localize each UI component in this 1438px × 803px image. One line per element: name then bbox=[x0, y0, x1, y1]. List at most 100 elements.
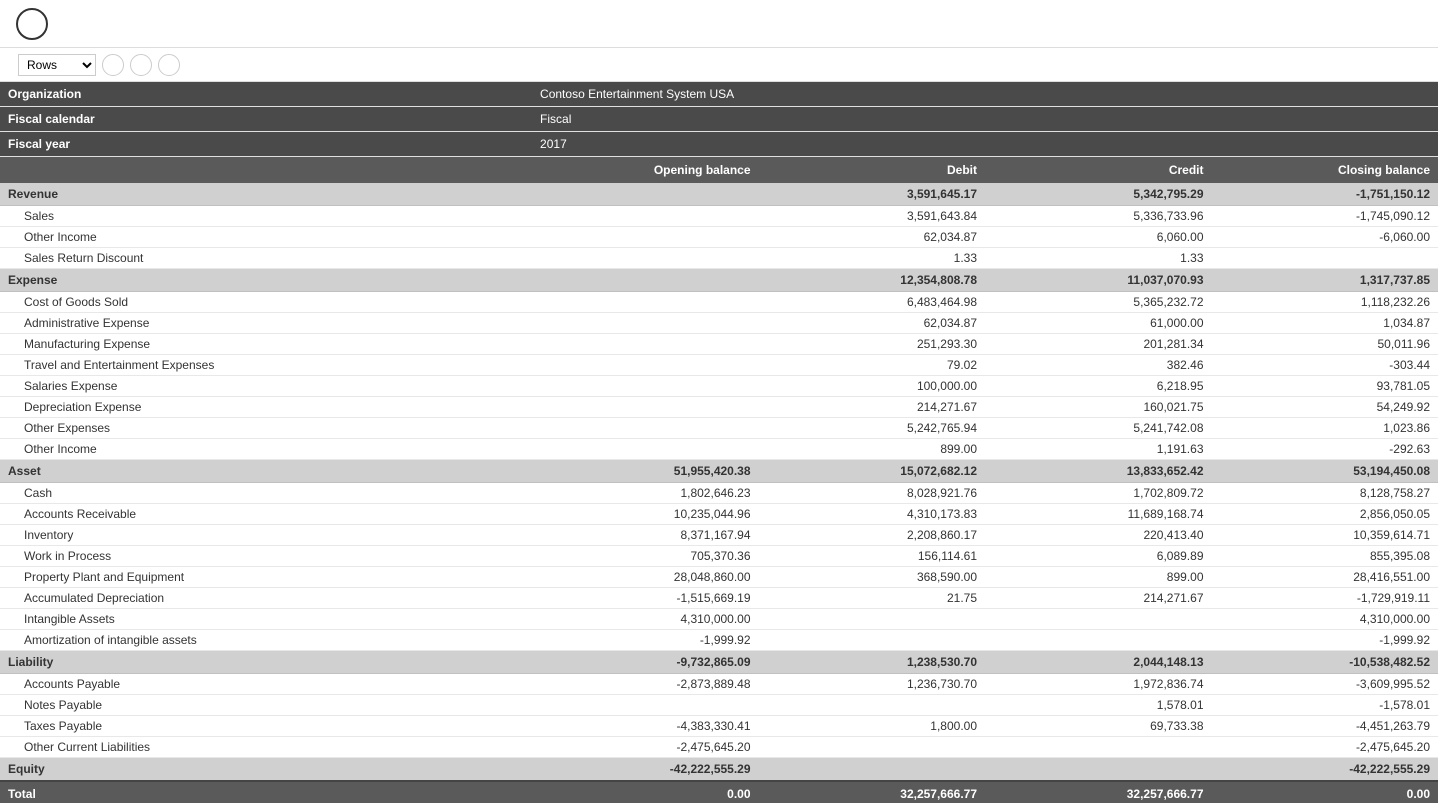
total-row: Total 0.00 32,257,666.77 32,257,666.77 0… bbox=[0, 781, 1438, 803]
detail-debit-1-1: 62,034.87 bbox=[759, 313, 985, 334]
detail-opening-1-0 bbox=[532, 292, 758, 313]
category-debit-1: 12,354,808.78 bbox=[759, 269, 985, 292]
fullscreen-button[interactable] bbox=[1378, 54, 1400, 76]
detail-row-1-0: Cost of Goods Sold 6,483,464.98 5,365,23… bbox=[0, 292, 1438, 313]
detail-closing-1-1: 1,034.87 bbox=[1212, 313, 1438, 334]
info-value-0: Contoso Entertainment System USA bbox=[532, 82, 1438, 107]
info-label-2: Fiscal year bbox=[0, 132, 532, 157]
detail-debit-1-7: 899.00 bbox=[759, 439, 985, 460]
category-credit-4 bbox=[985, 758, 1211, 782]
detail-opening-1-2 bbox=[532, 334, 758, 355]
detail-debit-1-4: 100,000.00 bbox=[759, 376, 985, 397]
detail-name-2-5: Accumulated Depreciation bbox=[0, 588, 532, 609]
back-button[interactable] bbox=[16, 8, 48, 40]
detail-debit-2-5: 21.75 bbox=[759, 588, 985, 609]
drill-collapse-button[interactable] bbox=[158, 54, 180, 76]
detail-opening-1-7 bbox=[532, 439, 758, 460]
detail-name-2-1: Accounts Receivable bbox=[0, 504, 532, 525]
detail-closing-2-7: -1,999.92 bbox=[1212, 630, 1438, 651]
detail-debit-2-2: 2,208,860.17 bbox=[759, 525, 985, 546]
detail-closing-2-4: 28,416,551.00 bbox=[1212, 567, 1438, 588]
detail-name-3-1: Notes Payable bbox=[0, 695, 532, 716]
detail-opening-3-2: -4,383,330.41 bbox=[532, 716, 758, 737]
more-button[interactable] bbox=[1408, 54, 1430, 76]
detail-debit-0-0: 3,591,643.84 bbox=[759, 206, 985, 227]
detail-opening-3-0: -2,873,889.48 bbox=[532, 674, 758, 695]
info-row-1: Fiscal calendar Fiscal bbox=[0, 107, 1438, 132]
detail-row-1-1: Administrative Expense 62,034.87 61,000.… bbox=[0, 313, 1438, 334]
detail-credit-1-1: 61,000.00 bbox=[985, 313, 1211, 334]
detail-row-0-2: Sales Return Discount 1.33 1.33 bbox=[0, 248, 1438, 269]
category-row-2: Asset 51,955,420.38 15,072,682.12 13,833… bbox=[0, 460, 1438, 483]
category-name-1: Expense bbox=[0, 269, 532, 292]
detail-debit-0-1: 62,034.87 bbox=[759, 227, 985, 248]
detail-debit-3-2: 1,800.00 bbox=[759, 716, 985, 737]
detail-row-2-4: Property Plant and Equipment 28,048,860.… bbox=[0, 567, 1438, 588]
trial-balance-table: Organization Contoso Entertainment Syste… bbox=[0, 82, 1438, 803]
detail-row-2-3: Work in Process 705,370.36 156,114.61 6,… bbox=[0, 546, 1438, 567]
detail-opening-2-3: 705,370.36 bbox=[532, 546, 758, 567]
category-credit-3: 2,044,148.13 bbox=[985, 651, 1211, 674]
detail-name-1-7: Other Income bbox=[0, 439, 532, 460]
detail-closing-3-1: -1,578.01 bbox=[1212, 695, 1438, 716]
detail-opening-3-3: -2,475,645.20 bbox=[532, 737, 758, 758]
detail-row-1-7: Other Income 899.00 1,191.63 -292.63 bbox=[0, 439, 1438, 460]
detail-debit-2-7 bbox=[759, 630, 985, 651]
detail-debit-1-6: 5,242,765.94 bbox=[759, 418, 985, 439]
total-debit: 32,257,666.77 bbox=[759, 781, 985, 803]
detail-name-0-1: Other Income bbox=[0, 227, 532, 248]
category-name-0: Revenue bbox=[0, 183, 532, 206]
detail-credit-2-2: 220,413.40 bbox=[985, 525, 1211, 546]
info-label-0: Organization bbox=[0, 82, 532, 107]
detail-closing-1-6: 1,023.86 bbox=[1212, 418, 1438, 439]
info-label-1: Fiscal calendar bbox=[0, 107, 532, 132]
detail-credit-0-0: 5,336,733.96 bbox=[985, 206, 1211, 227]
col-account-header bbox=[0, 157, 532, 184]
detail-opening-0-1 bbox=[532, 227, 758, 248]
detail-closing-2-0: 8,128,758.27 bbox=[1212, 483, 1438, 504]
col-closing-header: Closing balance bbox=[1212, 157, 1438, 184]
total-label: Total bbox=[0, 781, 532, 803]
detail-name-2-7: Amortization of intangible assets bbox=[0, 630, 532, 651]
category-closing-0: -1,751,150.12 bbox=[1212, 183, 1438, 206]
detail-closing-2-2: 10,359,614.71 bbox=[1212, 525, 1438, 546]
detail-row-3-1: Notes Payable 1,578.01 -1,578.01 bbox=[0, 695, 1438, 716]
col-debit-header: Debit bbox=[759, 157, 985, 184]
detail-opening-0-0 bbox=[532, 206, 758, 227]
detail-name-2-0: Cash bbox=[0, 483, 532, 504]
category-credit-2: 13,833,652.42 bbox=[985, 460, 1211, 483]
detail-row-0-1: Other Income 62,034.87 6,060.00 -6,060.0… bbox=[0, 227, 1438, 248]
drill-up-button[interactable] bbox=[102, 54, 124, 76]
detail-credit-1-3: 382.46 bbox=[985, 355, 1211, 376]
category-debit-0: 3,591,645.17 bbox=[759, 183, 985, 206]
detail-credit-2-3: 6,089.89 bbox=[985, 546, 1211, 567]
detail-opening-1-6 bbox=[532, 418, 758, 439]
detail-name-1-1: Administrative Expense bbox=[0, 313, 532, 334]
category-row-1: Expense 12,354,808.78 11,037,070.93 1,31… bbox=[0, 269, 1438, 292]
category-credit-0: 5,342,795.29 bbox=[985, 183, 1211, 206]
category-closing-3: -10,538,482.52 bbox=[1212, 651, 1438, 674]
detail-credit-0-2: 1.33 bbox=[985, 248, 1211, 269]
detail-closing-1-2: 50,011.96 bbox=[1212, 334, 1438, 355]
detail-debit-2-3: 156,114.61 bbox=[759, 546, 985, 567]
category-opening-3: -9,732,865.09 bbox=[532, 651, 758, 674]
column-header-row: Opening balance Debit Credit Closing bal… bbox=[0, 157, 1438, 184]
detail-name-3-3: Other Current Liabilities bbox=[0, 737, 532, 758]
detail-row-2-2: Inventory 8,371,167.94 2,208,860.17 220,… bbox=[0, 525, 1438, 546]
detail-row-2-6: Intangible Assets 4,310,000.00 4,310,000… bbox=[0, 609, 1438, 630]
detail-debit-1-3: 79.02 bbox=[759, 355, 985, 376]
detail-name-1-0: Cost of Goods Sold bbox=[0, 292, 532, 313]
info-value-1: Fiscal bbox=[532, 107, 1438, 132]
drill-expand-button[interactable] bbox=[130, 54, 152, 76]
detail-closing-2-6: 4,310,000.00 bbox=[1212, 609, 1438, 630]
category-name-3: Liability bbox=[0, 651, 532, 674]
detail-closing-2-5: -1,729,919.11 bbox=[1212, 588, 1438, 609]
detail-debit-2-1: 4,310,173.83 bbox=[759, 504, 985, 525]
drill-select[interactable]: Rows Columns bbox=[18, 54, 96, 76]
detail-opening-2-6: 4,310,000.00 bbox=[532, 609, 758, 630]
detail-row-1-3: Travel and Entertainment Expenses 79.02 … bbox=[0, 355, 1438, 376]
detail-credit-3-3 bbox=[985, 737, 1211, 758]
download-button[interactable] bbox=[1348, 54, 1370, 76]
detail-opening-1-5 bbox=[532, 397, 758, 418]
category-closing-4: -42,222,555.29 bbox=[1212, 758, 1438, 782]
